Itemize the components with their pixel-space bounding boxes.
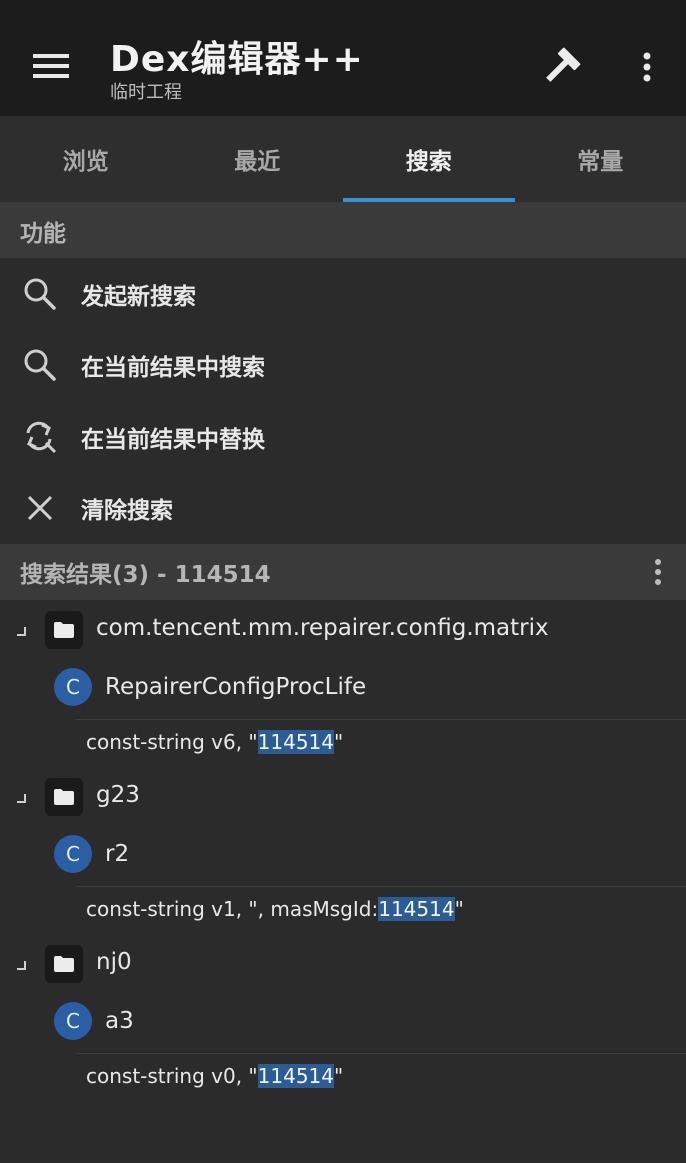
tab-search[interactable]: 搜索 xyxy=(343,116,515,202)
project-subtitle: 临时工程 xyxy=(110,82,182,103)
search-in-results-label: 在当前结果中搜索 xyxy=(81,355,265,382)
class-name: RepairerConfigProcLife xyxy=(105,674,367,700)
class-row[interactable]: C r2 xyxy=(54,825,686,887)
match-highlight: 114514 xyxy=(257,1064,334,1088)
functions-header: 功能 xyxy=(0,203,686,259)
new-search-label: 发起新搜索 xyxy=(81,283,196,310)
class-badge-icon: C xyxy=(54,835,92,873)
hammer-icon[interactable] xyxy=(536,42,586,92)
class-name: r2 xyxy=(105,841,130,867)
tab-constants[interactable]: 常量 xyxy=(515,116,686,202)
status-bar xyxy=(0,0,686,12)
match-prefix: const-string v1, ", masMsgId: xyxy=(86,897,379,921)
package-name: nj0 xyxy=(96,949,132,975)
class-badge-icon: C xyxy=(54,668,92,706)
match-highlight: 114514 xyxy=(257,730,334,754)
match-code: const-string v0, "114514" xyxy=(86,1064,343,1088)
class-row[interactable]: C RepairerConfigProcLife xyxy=(54,658,686,720)
app-title: Dex编辑器++ xyxy=(110,39,364,80)
class-name: a3 xyxy=(105,1008,134,1034)
tree-corner-icon xyxy=(16,956,28,970)
clear-search-label: 清除搜索 xyxy=(81,498,173,525)
results-header-label: 搜索结果(3) - 114514 xyxy=(20,562,271,588)
match-row[interactable]: const-string v6, "114514" xyxy=(0,720,686,767)
package-row[interactable]: g23 xyxy=(0,767,686,825)
match-prefix: const-string v6, " xyxy=(86,730,258,754)
package-name: com.tencent.mm.repairer.config.matrix xyxy=(96,615,549,641)
search-icon xyxy=(22,276,58,312)
match-code: const-string v1, ", masMsgId:114514" xyxy=(86,897,464,921)
package-row[interactable]: nj0 xyxy=(0,934,686,992)
tab-browse[interactable]: 浏览 xyxy=(0,116,172,202)
match-suffix: " xyxy=(454,897,464,921)
app-bar: Dex编辑器++ 临时工程 xyxy=(0,0,686,116)
results-more-icon[interactable] xyxy=(646,552,670,592)
tab-bar: 浏览 最近 搜索 常量 xyxy=(0,116,686,203)
match-row[interactable]: const-string v0, "114514" xyxy=(0,1054,686,1101)
match-code: const-string v6, "114514" xyxy=(86,730,343,754)
class-row[interactable]: C a3 xyxy=(54,992,686,1054)
match-suffix: " xyxy=(334,730,344,754)
functions-list: 发起新搜索 在当前结果中搜索 在当前结果中替换 清除搜索 xyxy=(0,258,686,544)
replace-icon xyxy=(22,419,58,455)
replace-in-results-label: 在当前结果中替换 xyxy=(81,426,265,453)
match-row[interactable]: const-string v1, ", masMsgId:114514" xyxy=(0,887,686,934)
replace-in-results-item[interactable]: 在当前结果中替换 xyxy=(0,401,686,473)
more-options-icon[interactable] xyxy=(624,42,670,92)
close-icon xyxy=(22,490,58,526)
match-prefix: const-string v0, " xyxy=(86,1064,258,1088)
folder-icon xyxy=(45,611,83,649)
clear-search-item[interactable]: 清除搜索 xyxy=(0,473,686,545)
tree-corner-icon xyxy=(16,622,28,636)
package-name: g23 xyxy=(96,782,140,808)
hamburger-menu-icon[interactable] xyxy=(24,44,78,88)
search-in-results-item[interactable]: 在当前结果中搜索 xyxy=(0,330,686,402)
results-header: 搜索结果(3) - 114514 xyxy=(0,544,686,600)
new-search-item[interactable]: 发起新搜索 xyxy=(0,258,686,330)
folder-icon xyxy=(45,945,83,983)
folder-icon xyxy=(45,778,83,816)
tree-corner-icon xyxy=(16,789,28,803)
search-icon xyxy=(22,347,58,383)
match-highlight: 114514 xyxy=(378,897,455,921)
package-row[interactable]: com.tencent.mm.repairer.config.matrix xyxy=(0,600,686,658)
results-tree: com.tencent.mm.repairer.config.matrix C … xyxy=(0,600,686,1101)
match-suffix: " xyxy=(334,1064,344,1088)
tab-recent[interactable]: 最近 xyxy=(172,116,344,202)
class-badge-icon: C xyxy=(54,1002,92,1040)
functions-header-label: 功能 xyxy=(20,221,66,247)
